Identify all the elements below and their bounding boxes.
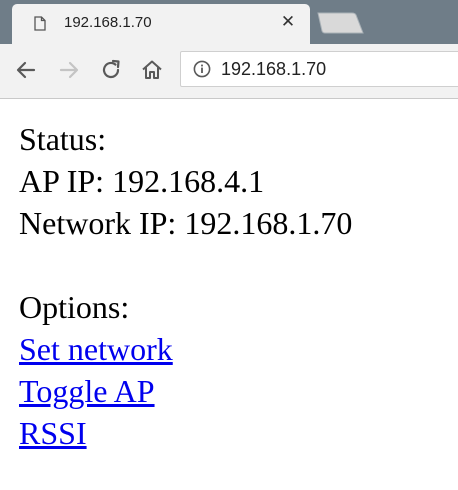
back-button[interactable]	[14, 58, 38, 82]
toggle-ap-link[interactable]: Toggle AP	[19, 373, 155, 409]
page-content: Status: AP IP: 192.168.4.1 Network IP: 1…	[19, 118, 449, 454]
new-tab-button[interactable]	[316, 12, 364, 34]
tab-title: 192.168.1.70	[64, 14, 152, 31]
network-ip-text: Network IP: 192.168.1.70	[19, 205, 353, 241]
browser-toolbar: 192.168.1.70	[0, 44, 458, 99]
close-tab-icon[interactable]: ✕	[278, 12, 298, 32]
status-heading: Status:	[19, 121, 107, 157]
forward-button[interactable]	[57, 58, 81, 82]
options-heading: Options:	[19, 289, 130, 325]
info-icon[interactable]	[193, 60, 211, 78]
rssi-link[interactable]: RSSI	[19, 415, 87, 451]
tab-strip: 192.168.1.70 ✕	[0, 0, 458, 44]
url-text[interactable]: 192.168.1.70	[221, 59, 326, 80]
active-tab[interactable]: 192.168.1.70 ✕	[12, 4, 310, 44]
set-network-link[interactable]: Set network	[19, 331, 173, 367]
ap-ip-text: AP IP: 192.168.4.1	[19, 163, 265, 199]
document-icon	[34, 16, 46, 31]
home-button[interactable]	[140, 58, 164, 82]
reload-button[interactable]	[99, 58, 123, 82]
address-bar[interactable]: 192.168.1.70	[180, 51, 458, 87]
